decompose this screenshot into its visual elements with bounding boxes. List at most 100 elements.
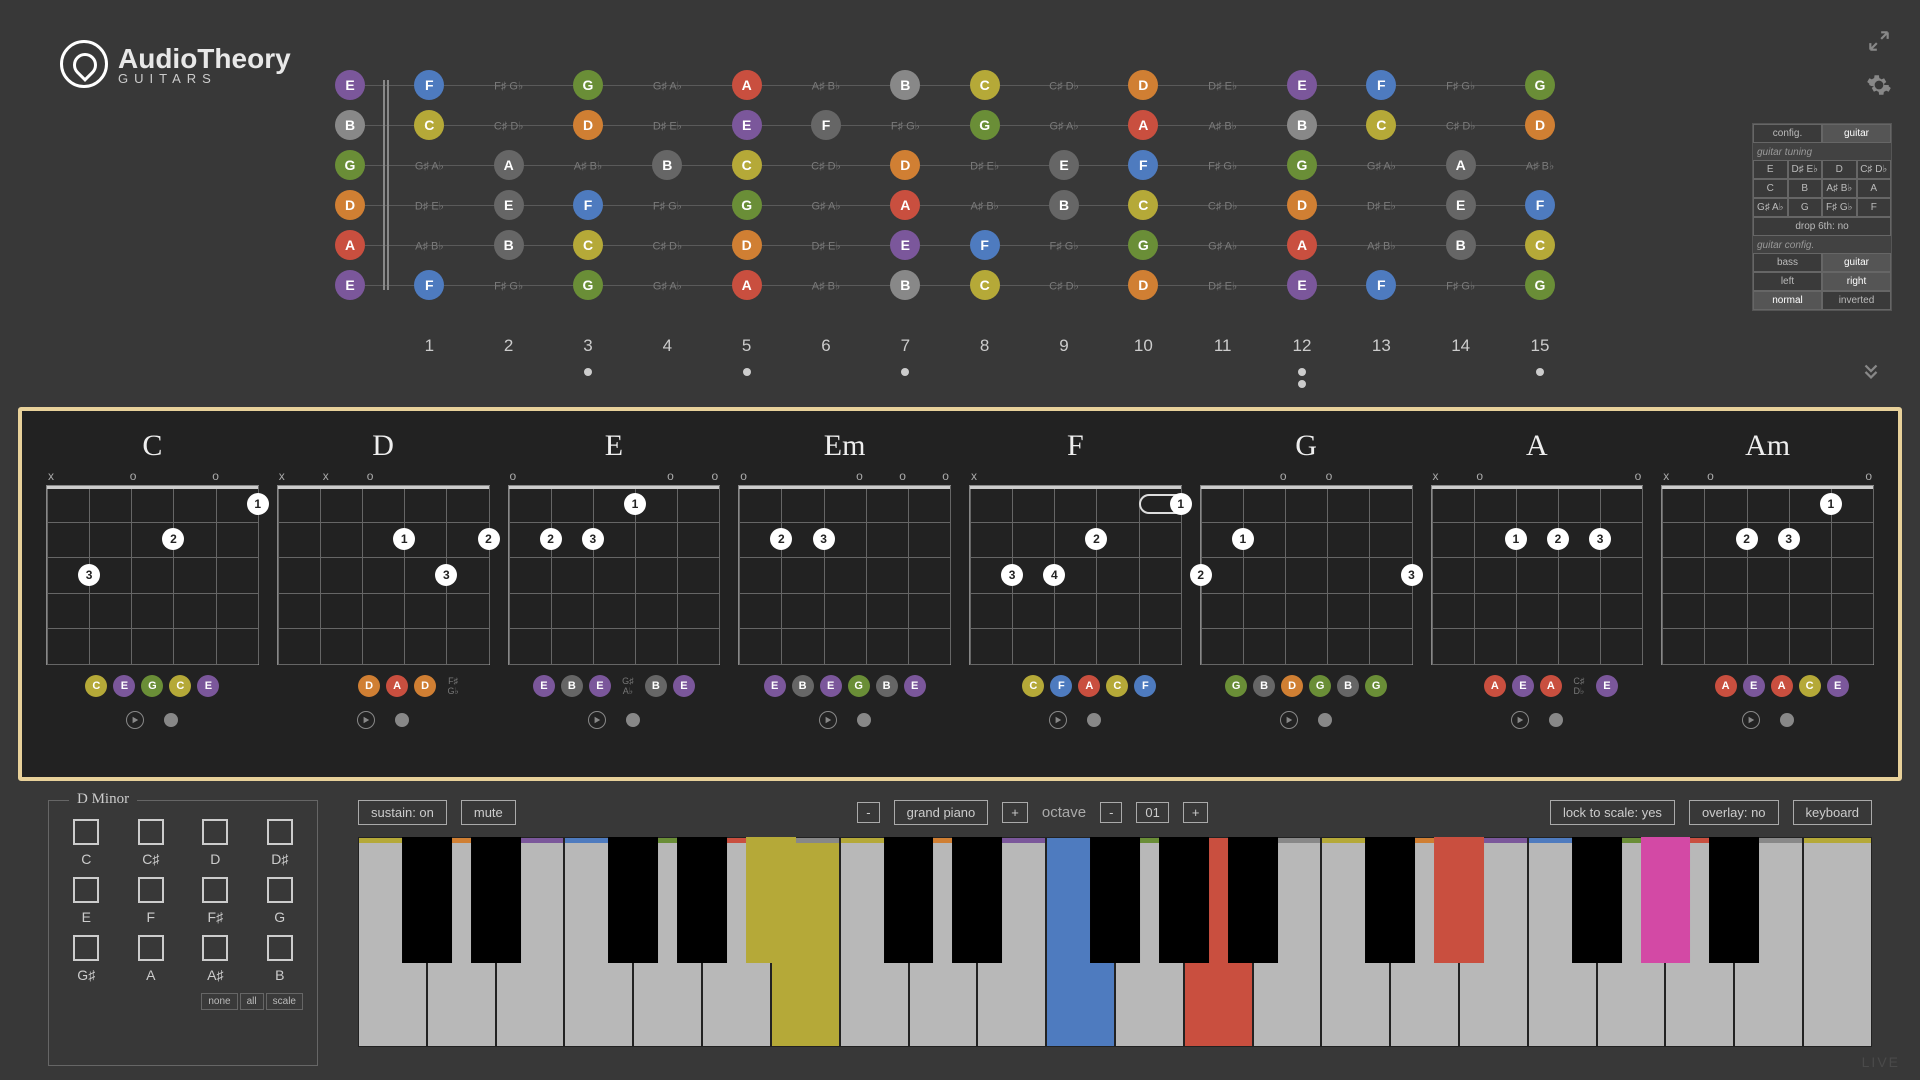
record-chord-icon[interactable] — [1780, 713, 1794, 727]
fret-note[interactable]: F — [1360, 70, 1402, 100]
play-chord-icon[interactable] — [1511, 711, 1529, 729]
fret-note[interactable]: A♯ B♭ — [567, 158, 609, 173]
config-option[interactable]: normal — [1753, 291, 1822, 310]
fret-note[interactable]: D♯ E♭ — [805, 238, 847, 253]
fret-note[interactable]: B — [488, 230, 530, 260]
tuning-cell[interactable]: G — [1788, 198, 1823, 217]
fret-note[interactable]: E — [488, 190, 530, 220]
fret-note[interactable]: B — [884, 270, 926, 300]
fret-note[interactable]: E — [1281, 270, 1323, 300]
fret-note[interactable]: B — [1043, 190, 1085, 220]
record-chord-icon[interactable] — [395, 713, 409, 727]
tuning-cell[interactable]: F — [1857, 198, 1892, 217]
config-option[interactable]: config. — [1753, 124, 1822, 143]
fret-note[interactable]: F — [408, 70, 450, 100]
record-chord-icon[interactable] — [857, 713, 871, 727]
fret-note[interactable]: E — [329, 70, 371, 100]
fret-note[interactable]: B — [646, 150, 688, 180]
black-key[interactable] — [1641, 837, 1691, 963]
fret-note[interactable]: C — [567, 230, 609, 260]
fret-note[interactable]: A — [1281, 230, 1323, 260]
fret-note[interactable]: G♯ A♭ — [805, 198, 847, 213]
scale-note-toggle[interactable] — [73, 819, 99, 845]
tuning-cell[interactable]: A — [1857, 179, 1892, 198]
fret-note[interactable]: C♯ D♭ — [1440, 118, 1482, 133]
fret-note[interactable]: A♯ B♭ — [964, 198, 1006, 213]
scale-none-button[interactable]: none — [201, 993, 237, 1010]
fret-note[interactable]: D — [1519, 110, 1561, 140]
mute-button[interactable]: mute — [461, 800, 516, 825]
fret-note[interactable]: A♯ B♭ — [805, 278, 847, 293]
fret-note[interactable]: G — [567, 270, 609, 300]
black-key[interactable] — [1365, 837, 1415, 963]
tuning-cell[interactable]: G♯ A♭ — [1753, 198, 1788, 217]
fret-note[interactable]: D — [1122, 70, 1164, 100]
fret-note[interactable]: G — [567, 70, 609, 100]
fret-note[interactable]: F — [1519, 190, 1561, 220]
scale-note-toggle[interactable] — [138, 819, 164, 845]
scale-note-toggle[interactable] — [202, 935, 228, 961]
config-option[interactable]: inverted — [1822, 291, 1891, 310]
scale-note-toggle[interactable] — [267, 877, 293, 903]
fret-note[interactable]: B — [1281, 110, 1323, 140]
fret-note[interactable]: B — [884, 70, 926, 100]
fret-note[interactable]: F♯ G♭ — [646, 198, 688, 213]
fret-note[interactable]: F♯ G♭ — [1440, 278, 1482, 293]
fret-note[interactable]: A♯ B♭ — [805, 78, 847, 93]
fret-note[interactable]: C♯ D♭ — [488, 118, 530, 133]
fret-note[interactable]: D — [567, 110, 609, 140]
fret-note[interactable]: F♯ G♭ — [884, 118, 926, 133]
fret-note[interactable]: G — [726, 190, 768, 220]
fret-note[interactable]: D — [329, 190, 371, 220]
fret-note[interactable]: A — [329, 230, 371, 260]
overlay-toggle[interactable]: overlay: no — [1689, 800, 1779, 825]
black-key[interactable] — [608, 837, 658, 963]
black-key[interactable] — [1090, 837, 1140, 963]
fret-note[interactable]: C — [964, 70, 1006, 100]
config-option[interactable]: left — [1753, 272, 1822, 291]
scale-note-toggle[interactable] — [138, 877, 164, 903]
fret-note[interactable]: C♯ D♭ — [1043, 78, 1085, 93]
play-chord-icon[interactable] — [1742, 711, 1760, 729]
fret-note[interactable]: G♯ A♭ — [646, 78, 688, 93]
fret-note[interactable]: A♯ B♭ — [1519, 158, 1561, 173]
fret-note[interactable]: E — [1043, 150, 1085, 180]
play-chord-icon[interactable] — [1049, 711, 1067, 729]
chord-F[interactable]: Fx1234CFACF — [969, 429, 1182, 759]
chord-G[interactable]: Goo123GBDGBG — [1200, 429, 1413, 759]
fret-note[interactable]: F — [408, 270, 450, 300]
expand-icon[interactable] — [1866, 28, 1892, 54]
tuning-cell[interactable]: D — [1822, 160, 1857, 179]
fret-note[interactable]: G — [329, 150, 371, 180]
black-key[interactable] — [1434, 837, 1484, 963]
fret-note[interactable]: E — [1281, 70, 1323, 100]
lock-to-scale-toggle[interactable]: lock to scale: yes — [1550, 800, 1675, 825]
fret-note[interactable]: D — [1281, 190, 1323, 220]
fret-note[interactable]: D♯ E♭ — [1360, 198, 1402, 213]
fret-note[interactable]: B — [1440, 230, 1482, 260]
stepper[interactable]: - — [857, 802, 879, 823]
piano-keyboard[interactable] — [358, 837, 1872, 1047]
config-option[interactable]: bass — [1753, 253, 1822, 272]
fret-note[interactable]: A — [1122, 110, 1164, 140]
fretboard[interactable]: E F F♯ G♭ G G♯ A♭ A A♯ B♭ B C C♯ D♭ D D♯ E♭ E F F♯ G♭ G… — [350, 60, 1540, 310]
fret-note[interactable]: F♯ G♭ — [488, 278, 530, 293]
black-key[interactable] — [1572, 837, 1622, 963]
fret-note[interactable]: G♯ A♭ — [646, 278, 688, 293]
play-chord-icon[interactable] — [819, 711, 837, 729]
record-chord-icon[interactable] — [1087, 713, 1101, 727]
scale-note-toggle[interactable] — [138, 935, 164, 961]
config-option[interactable]: right — [1822, 272, 1891, 291]
tuning-cell[interactable]: F♯ G♭ — [1822, 198, 1857, 217]
black-key[interactable] — [471, 837, 521, 963]
tuning-cell[interactable]: B — [1788, 179, 1823, 198]
fret-note[interactable]: A — [488, 150, 530, 180]
chord-D[interactable]: Dxxo123DADF♯ G♭ — [277, 429, 490, 759]
fret-note[interactable]: E — [884, 230, 926, 260]
fret-note[interactable]: F — [1122, 150, 1164, 180]
fret-note[interactable]: A — [1440, 150, 1482, 180]
fret-note[interactable]: G♯ A♭ — [1202, 238, 1244, 253]
black-key[interactable] — [1159, 837, 1209, 963]
keyboard-button[interactable]: keyboard — [1793, 800, 1872, 825]
fret-note[interactable]: G♯ A♭ — [1043, 118, 1085, 133]
